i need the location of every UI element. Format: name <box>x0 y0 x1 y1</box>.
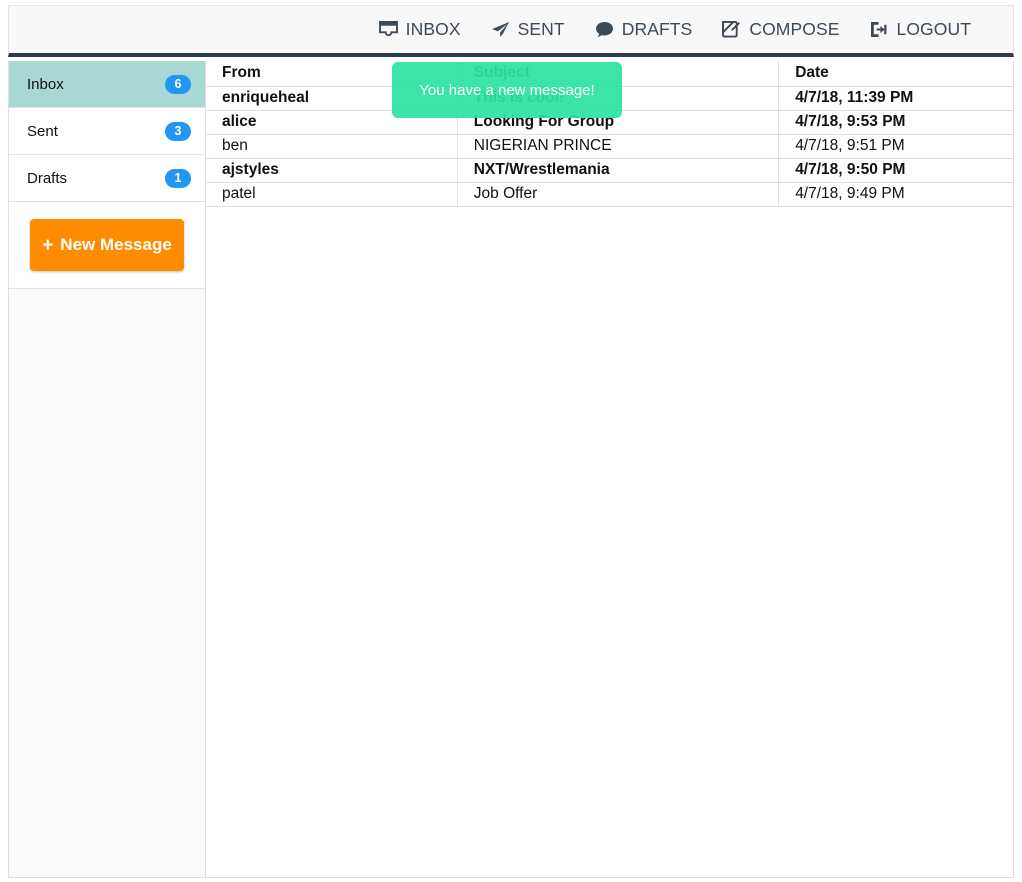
sidebar: Inbox 6 Sent 3 Drafts 1 + New Message <box>8 61 206 878</box>
table-row[interactable]: ajstyles NXT/Wrestlemania 4/7/18, 9:50 P… <box>206 158 1013 183</box>
mail-list-panel: From Subject Date enriqueheal This is co… <box>206 61 1014 878</box>
column-header-date[interactable]: Date <box>778 61 1013 87</box>
cell-date: 4/7/18, 9:49 PM <box>778 182 1013 207</box>
sidebar-item-inbox[interactable]: Inbox 6 <box>9 61 205 108</box>
sidebar-badge-inbox: 6 <box>165 74 191 94</box>
sign-out-icon <box>870 21 889 38</box>
new-message-container: + New Message <box>9 202 205 289</box>
inbox-icon <box>378 21 398 38</box>
nav-item-sent[interactable]: SENT <box>491 19 565 40</box>
sidebar-item-drafts[interactable]: Drafts 1 <box>9 155 205 202</box>
pen-square-icon <box>722 21 741 38</box>
nav-item-inbox[interactable]: INBOX <box>378 19 461 40</box>
table-row[interactable]: ben NIGERIAN PRINCE 4/7/18, 9:51 PM <box>206 134 1013 159</box>
comment-icon <box>595 21 614 38</box>
email-client-app: INBOX SENT DRAFTS COMPOSE LOGOUT Inbox 6… <box>0 0 1022 882</box>
top-navbar: INBOX SENT DRAFTS COMPOSE LOGOUT <box>8 5 1014 57</box>
cell-from: patel <box>206 182 458 207</box>
nav-label-sent: SENT <box>517 19 565 39</box>
table-row[interactable]: patel Job Offer 4/7/18, 9:49 PM <box>206 182 1013 207</box>
nav-label-logout: LOGOUT <box>896 19 971 39</box>
plus-icon: + <box>42 234 54 256</box>
cell-subject: Job Offer <box>457 182 780 207</box>
toast-message: You have a new message! <box>419 81 595 99</box>
cell-from: ben <box>206 134 458 159</box>
nav-label-compose: COMPOSE <box>749 19 840 39</box>
cell-subject: NIGERIAN PRINCE <box>457 134 780 159</box>
nav-item-logout[interactable]: LOGOUT <box>870 19 972 40</box>
nav-item-compose[interactable]: COMPOSE <box>722 19 839 40</box>
paper-plane-icon <box>491 21 510 38</box>
sidebar-label-inbox: Inbox <box>27 75 64 93</box>
sidebar-badge-drafts: 1 <box>165 168 191 188</box>
folder-list: Inbox 6 Sent 3 Drafts 1 + New Message <box>9 61 205 289</box>
sidebar-label-drafts: Drafts <box>27 169 68 187</box>
nav-label-inbox: INBOX <box>405 19 461 39</box>
toast-notification[interactable]: You have a new message! <box>392 62 622 118</box>
nav-label-drafts: DRAFTS <box>621 19 693 39</box>
cell-date: 4/7/18, 9:51 PM <box>778 134 1013 159</box>
cell-subject: NXT/Wrestlemania <box>457 158 780 183</box>
new-message-label: New Message <box>60 235 172 254</box>
cell-date: 4/7/18, 11:39 PM <box>778 86 1013 111</box>
cell-date: 4/7/18, 9:50 PM <box>778 158 1013 183</box>
cell-date: 4/7/18, 9:53 PM <box>778 110 1013 135</box>
new-message-button[interactable]: + New Message <box>30 219 184 271</box>
cell-from: ajstyles <box>206 158 458 183</box>
sidebar-label-sent: Sent <box>27 122 58 140</box>
navbar-menu: INBOX SENT DRAFTS COMPOSE LOGOUT <box>378 19 972 40</box>
nav-item-drafts[interactable]: DRAFTS <box>595 19 693 40</box>
sidebar-badge-sent: 3 <box>165 121 191 141</box>
sidebar-item-sent[interactable]: Sent 3 <box>9 108 205 155</box>
